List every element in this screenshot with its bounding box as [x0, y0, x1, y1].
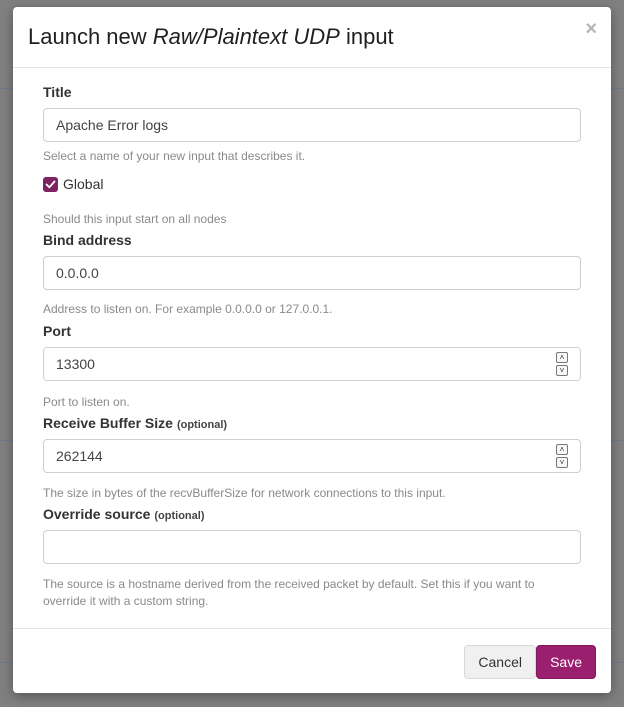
recv-buffer-input[interactable]: 262144 ˄ ˅ — [43, 439, 581, 473]
save-button[interactable]: Save — [536, 645, 596, 679]
recv-buffer-label-text: Receive Buffer Size — [43, 415, 173, 431]
modal-header: Launch new Raw/Plaintext UDP input × — [13, 7, 611, 68]
recv-buffer-value: 262144 — [56, 448, 103, 464]
optional-tag: (optional) — [154, 510, 205, 522]
chevron-up-icon[interactable]: ˄ — [556, 444, 568, 455]
recv-buffer-stepper[interactable]: ˄ ˅ — [556, 444, 568, 468]
global-help: Should this input start on all nodes — [43, 212, 227, 226]
check-icon — [45, 180, 56, 188]
port-input[interactable]: 13300 ˄ ˅ — [43, 347, 581, 381]
chevron-down-icon[interactable]: ˅ — [556, 365, 568, 376]
launch-input-modal: Launch new Raw/Plaintext UDP input × Tit… — [13, 7, 611, 693]
modal-title-suffix: input — [339, 24, 394, 49]
chevron-down-icon[interactable]: ˅ — [556, 457, 568, 468]
recv-buffer-label: Receive Buffer Size (optional) — [43, 415, 227, 431]
bind-address-label: Bind address — [43, 232, 132, 248]
global-checkbox[interactable] — [43, 176, 58, 192]
bind-address-help: Address to listen on. For example 0.0.0.… — [43, 302, 333, 316]
override-source-label-text: Override source — [43, 506, 151, 522]
modal-footer: Cancel Save — [13, 628, 611, 693]
port-help: Port to listen on. — [43, 395, 130, 409]
global-label: Global — [63, 176, 104, 192]
modal-title: Launch new Raw/Plaintext UDP input — [28, 24, 394, 50]
port-value: 13300 — [56, 356, 95, 372]
override-source-help: The source is a hostname derived from th… — [43, 577, 535, 608]
modal-title-prefix: Launch new — [28, 24, 153, 49]
override-source-label: Override source (optional) — [43, 506, 205, 522]
port-label: Port — [43, 323, 71, 339]
cancel-button[interactable]: Cancel — [464, 645, 536, 679]
title-label: Title — [43, 84, 72, 100]
modal-title-input-type: Raw/Plaintext UDP — [152, 24, 340, 49]
global-checkbox-row[interactable]: Global — [43, 176, 103, 192]
recv-buffer-help: The size in bytes of the recvBufferSize … — [43, 486, 446, 500]
optional-tag: (optional) — [176, 419, 228, 431]
override-source-input[interactable] — [43, 530, 581, 564]
bind-address-input[interactable]: 0.0.0.0 — [43, 256, 581, 290]
port-stepper[interactable]: ˄ ˅ — [556, 352, 568, 376]
title-input[interactable]: Apache Error logs — [43, 108, 581, 142]
chevron-up-icon[interactable]: ˄ — [556, 352, 568, 363]
close-icon[interactable]: × — [585, 19, 597, 39]
title-help: Select a name of your new input that des… — [43, 149, 306, 163]
